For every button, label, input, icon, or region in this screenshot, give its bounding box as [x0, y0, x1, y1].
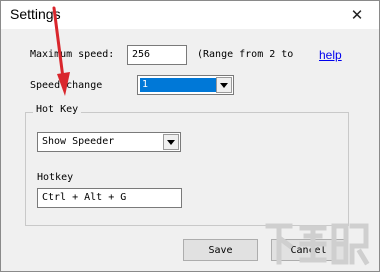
speed-change-dropdown[interactable]: 1	[137, 75, 234, 95]
max-speed-input[interactable]: 256	[127, 45, 187, 65]
hotkey-group-legend: Hot Key	[33, 104, 82, 115]
window-title: Settings	[10, 6, 61, 22]
hotkey-input[interactable]: Ctrl + Alt + G	[37, 188, 182, 208]
close-icon[interactable]: ✕	[335, 1, 379, 29]
max-speed-label: Maximum speed:	[30, 49, 115, 60]
hotkey-action-dropdown[interactable]: Show Speeder	[37, 132, 181, 152]
hotkey-label: Hotkey	[37, 172, 74, 183]
watermark-logo	[265, 223, 370, 266]
help-link[interactable]: help	[319, 48, 342, 62]
title-bar: Settings ✕	[1, 1, 379, 29]
speed-change-label: Speed change	[30, 80, 103, 91]
range-note: (Range from 2 to	[197, 49, 294, 60]
chevron-down-icon[interactable]	[216, 77, 232, 93]
speed-change-value: 1	[140, 78, 216, 92]
hotkey-action-value: Show Speeder	[42, 136, 115, 147]
save-button[interactable]: Save	[183, 239, 258, 261]
hotkey-group	[25, 112, 349, 226]
chevron-down-icon[interactable]	[163, 134, 179, 150]
